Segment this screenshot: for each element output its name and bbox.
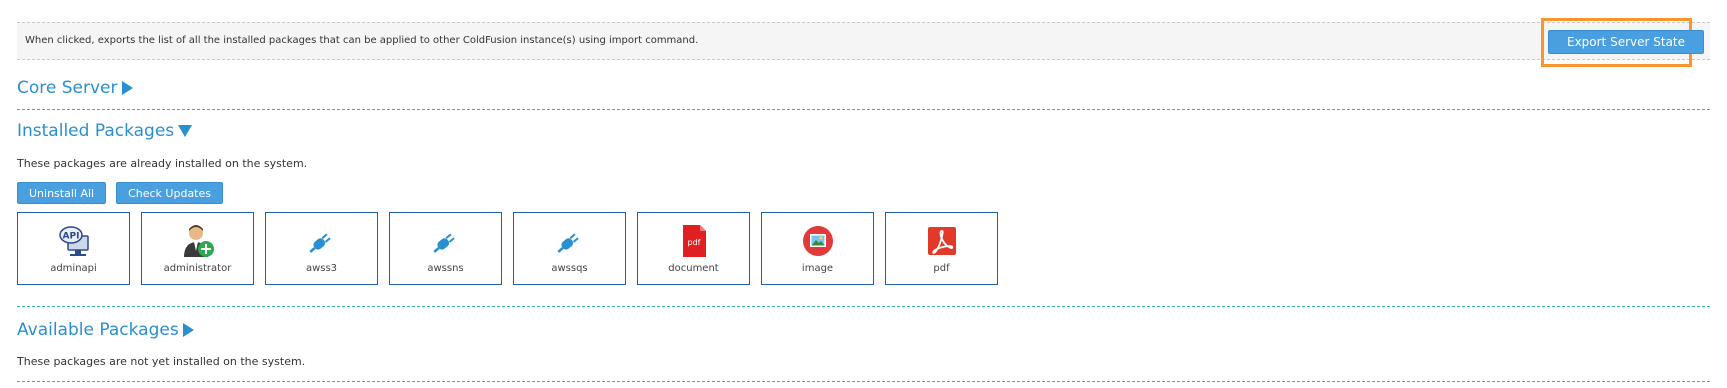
package-tile-document[interactable]: pdf document xyxy=(637,212,750,285)
package-tile-awssqs[interactable]: awssqs xyxy=(513,212,626,285)
expand-arrow-icon xyxy=(182,323,194,337)
uninstall-all-button[interactable]: Uninstall All xyxy=(17,182,107,204)
svg-text:API: API xyxy=(62,232,79,242)
package-tile-pdf[interactable]: pdf xyxy=(885,212,998,285)
plug-icon xyxy=(428,223,464,259)
plug-icon xyxy=(552,223,588,259)
package-tile-awss3[interactable]: awss3 xyxy=(265,212,378,285)
installed-packages-title: Installed Packages xyxy=(17,121,175,141)
core-server-heading[interactable]: Core Server xyxy=(17,78,133,98)
package-tile-administrator[interactable]: administrator xyxy=(141,212,254,285)
package-name: image xyxy=(801,263,834,274)
package-name: adminapi xyxy=(50,263,97,274)
package-name: document xyxy=(668,263,719,274)
collapse-arrow-icon xyxy=(178,125,193,137)
export-server-state-button[interactable]: Export Server State xyxy=(1548,30,1704,54)
section-divider xyxy=(17,109,1710,110)
package-name: awss3 xyxy=(305,263,338,274)
export-description: When clicked, exports the list of all th… xyxy=(25,35,699,46)
installed-packages-description: These packages are already installed on … xyxy=(17,157,308,170)
package-tile-adminapi[interactable]: API adminapi xyxy=(17,212,130,285)
package-actions: Uninstall All Check Updates xyxy=(17,182,223,204)
section-divider xyxy=(17,381,1710,382)
package-name: pdf xyxy=(933,263,950,274)
expand-arrow-icon xyxy=(121,81,133,95)
plug-icon xyxy=(304,223,340,259)
package-name: administrator xyxy=(163,263,232,274)
available-packages-heading[interactable]: Available Packages xyxy=(17,320,194,340)
section-divider xyxy=(17,306,1710,307)
installed-packages-heading[interactable]: Installed Packages xyxy=(17,121,193,141)
package-name: awssqs xyxy=(551,263,588,274)
image-icon xyxy=(800,223,836,259)
api-monitor-icon: API xyxy=(56,223,92,259)
svg-text:pdf: pdf xyxy=(687,238,700,247)
installed-packages-list: API adminapi administrator awss3 awssns … xyxy=(17,212,998,285)
package-name: awssns xyxy=(427,263,464,274)
pdf-document-icon: pdf xyxy=(676,223,712,259)
admin-user-icon xyxy=(180,223,216,259)
available-packages-title: Available Packages xyxy=(17,320,179,340)
package-tile-image[interactable]: image xyxy=(761,212,874,285)
package-tile-awssns[interactable]: awssns xyxy=(389,212,502,285)
core-server-title: Core Server xyxy=(17,78,118,98)
check-updates-button[interactable]: Check Updates xyxy=(116,182,223,204)
export-info-bar: When clicked, exports the list of all th… xyxy=(17,22,1710,60)
acrobat-pdf-icon xyxy=(924,223,960,259)
available-packages-description: These packages are not yet installed on … xyxy=(17,355,306,368)
